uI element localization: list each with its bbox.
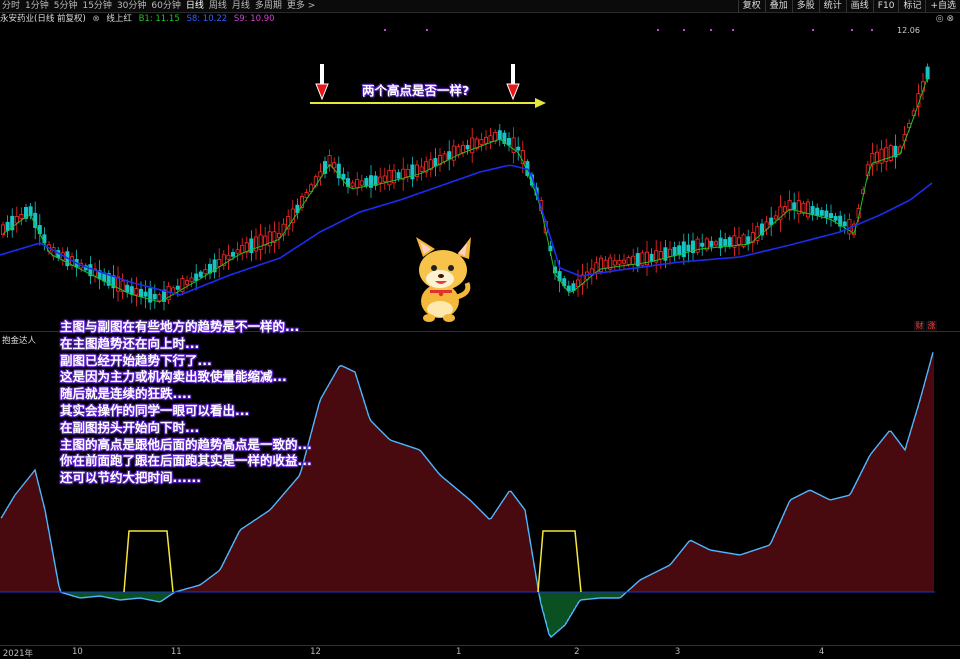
annotation-textbox: 主图与副图在有些地方的趋势是不一样的... 在主图趋势还在向上时... 副图已经开始… — [60, 319, 312, 487]
annotation-line: 其实会操作的同学一眼可以看出... — [60, 402, 250, 418]
event-mark — [657, 29, 659, 31]
peak-arrow-2-icon — [506, 64, 520, 101]
annotation-line: 主图与副图在有些地方的趋势是不一样的... — [60, 319, 300, 334]
event-mark — [426, 29, 428, 31]
peak-question-label: 两个高点是否一样? — [362, 83, 470, 98]
badge-1[interactable]: 涨 — [926, 321, 937, 331]
annotation-line: 在副图拐头开始向下时... — [60, 419, 200, 435]
event-mark — [384, 29, 386, 31]
badge-0[interactable]: 财 — [914, 321, 925, 331]
max-price-label: 12.06 — [897, 26, 920, 35]
date-tick: 4 — [818, 647, 825, 657]
annotation-line: 副图已经开始趋势下行了... — [60, 352, 212, 368]
date-tick: 10 — [72, 647, 83, 657]
annotation-line: 主图的高点是跟他后面的趋势高点是一致的... — [60, 436, 312, 452]
event-mark — [683, 29, 685, 31]
annotation-line: 你在前面跑了跟在后面跑其实是一样的收益... — [60, 453, 312, 469]
indicator-panel-label[interactable]: 抱金达人 — [2, 334, 36, 346]
date-tick: 12 — [310, 647, 321, 657]
date-tick: 1 — [456, 647, 462, 657]
peak-arrow-1-icon — [315, 64, 329, 101]
annotation-line: 随后就是连续的狂跌.... — [60, 386, 192, 402]
date-tick: 2 — [574, 647, 580, 657]
date-axis: 2021年 10 11 12 1 2 3 4 — [0, 645, 960, 659]
signal-box-1 — [123, 530, 174, 593]
event-mark — [851, 29, 853, 31]
event-mark — [732, 29, 734, 31]
event-mark — [871, 29, 873, 31]
event-mark — [710, 29, 712, 31]
trend-arrow — [310, 98, 546, 108]
info-badges: 财涨 — [914, 321, 938, 331]
event-mark — [812, 29, 814, 31]
date-tick: 3 — [674, 647, 681, 657]
annotation-line: 这是因为主力或机构卖出致使量能缩减... — [60, 369, 287, 385]
date-tick: 2021年 — [2, 649, 34, 659]
top-event-marks — [384, 29, 873, 31]
date-tick: 11 — [170, 647, 182, 657]
mascot-dog-icon — [416, 237, 471, 322]
annotation-line: 还可以节约大把时间...... — [60, 470, 201, 486]
annotation-line: 在主图趋势还在向上时... — [60, 335, 200, 351]
signal-box-2 — [537, 530, 582, 593]
